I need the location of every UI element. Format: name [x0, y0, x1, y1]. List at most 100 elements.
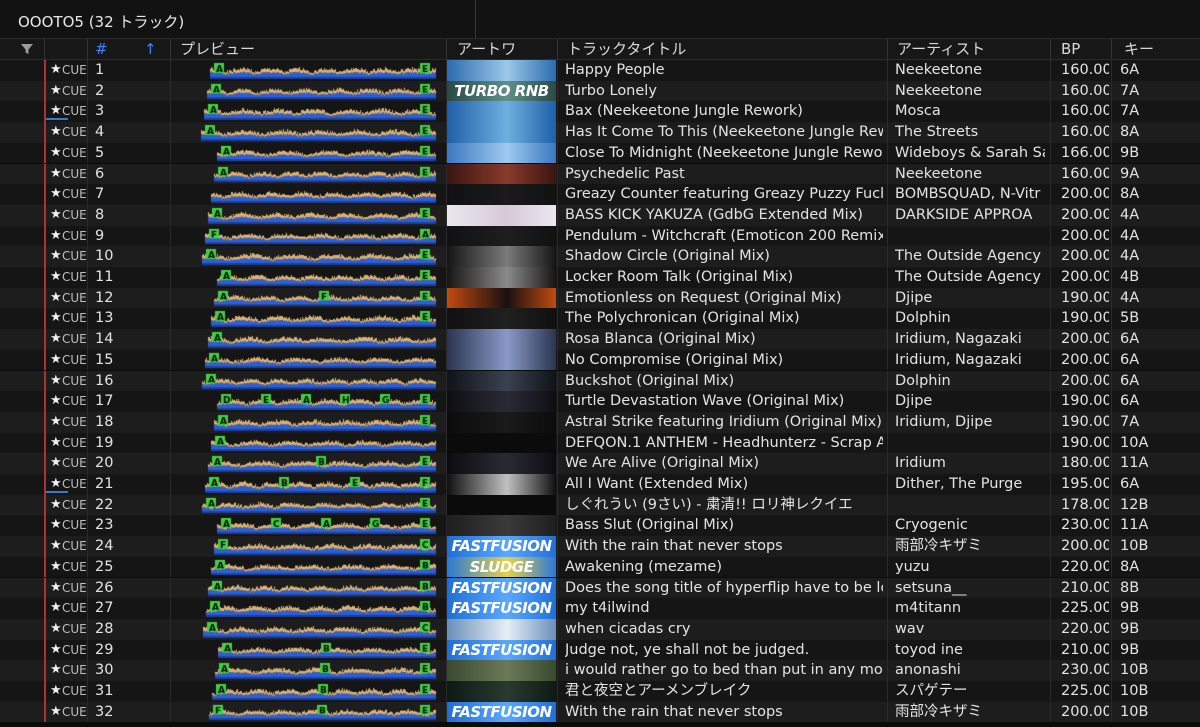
column-header-artist[interactable]: アーティスト — [897, 39, 985, 59]
track-row[interactable]: ★ CUE 25 SLUDGE Awakening (mezame) yuzu 220.00… — [0, 556, 1200, 578]
rating-star-icon[interactable]: ★ — [50, 205, 62, 226]
waveform-preview[interactable] — [171, 287, 445, 309]
rating-star-icon[interactable]: ★ — [50, 350, 62, 371]
waveform-preview[interactable] — [171, 204, 445, 226]
waveform-preview[interactable] — [171, 474, 445, 495]
track-row[interactable]: ★ CUE 1 Happy People Neekeetone 160.00 6A — [0, 60, 1200, 81]
track-row[interactable]: ★ CUE 11 Locker Room Talk (Original Mix) The… — [0, 267, 1200, 288]
track-row[interactable]: ★ CUE 2 TURBO RNB Turbo Lonely Neekeetone 160.… — [0, 80, 1200, 102]
track-row[interactable]: ★ CUE 10 Shadow Circle (Original Mix) The Ou… — [0, 246, 1200, 267]
track-row[interactable]: ★ CUE 18 Astral Strike featuring Iridium (O… — [0, 411, 1200, 433]
track-row[interactable]: ★ CUE 19 DEFQON.1 ANTHEM - Headhunterz - Sc… — [0, 432, 1200, 454]
rating-star-icon[interactable]: ★ — [50, 557, 62, 578]
rating-star-icon[interactable]: ★ — [50, 702, 62, 723]
column-header-track-title[interactable]: トラックタイトル — [567, 39, 686, 59]
track-row[interactable]: ★ CUE 12 Emotionless on Request (Original M… — [0, 287, 1200, 309]
waveform-preview[interactable] — [171, 370, 445, 392]
waveform-preview[interactable] — [171, 411, 445, 433]
waveform-preview[interactable] — [171, 618, 445, 640]
waveform-preview[interactable] — [171, 142, 445, 164]
rating-star-icon[interactable]: ★ — [50, 412, 62, 433]
track-row[interactable]: ★ CUE 24 FASTFUSION With the rain that never… — [0, 536, 1200, 557]
track-row[interactable]: ★ CUE 20 We Are Alive (Original Mix) Iridium… — [0, 453, 1200, 474]
track-row[interactable]: ★ CUE 7 Greazy Counter featuring Greazy Puz… — [0, 184, 1200, 205]
rating-star-icon[interactable]: ★ — [50, 619, 62, 640]
sort-ascending-icon[interactable]: ↑ — [144, 39, 157, 59]
column-header-preview[interactable]: プレビュー — [180, 39, 255, 59]
track-row[interactable]: ★ CUE 3 Bax (Neekeetone Jungle Rework) Mosca… — [0, 101, 1200, 123]
rating-star-icon[interactable]: ★ — [50, 329, 62, 350]
track-row[interactable]: ★ CUE 31 君と夜空とアーメンブレイク スパゲテー 225.00 10B — [0, 681, 1200, 702]
track-row[interactable]: ★ CUE 15 No Compromise (Original Mix) Iridiu… — [0, 349, 1200, 371]
rating-star-icon[interactable]: ★ — [50, 267, 62, 288]
track-row[interactable]: ★ CUE 8 BASS KICK YAKUZA (GdbG Extended Mix… — [0, 204, 1200, 226]
track-row[interactable]: ★ CUE 28 when cicadas cry wav 220.00 9B — [0, 618, 1200, 640]
waveform-preview[interactable] — [171, 349, 445, 371]
waveform-preview[interactable] — [171, 536, 445, 557]
rating-star-icon[interactable]: ★ — [50, 184, 62, 205]
rating-star-icon[interactable]: ★ — [50, 660, 62, 681]
column-header-key[interactable]: キー — [1124, 39, 1154, 59]
track-row[interactable]: ★ CUE 23 Bass Slut (Original Mix) Cryogenic 2… — [0, 515, 1200, 537]
rating-star-icon[interactable]: ★ — [50, 453, 62, 474]
track-row[interactable]: ★ CUE 4 Has It Come To This (Neekeetone Jun… — [0, 122, 1200, 143]
track-row[interactable]: ★ CUE 9 Pendulum - Witchcraft (Emoticon 200… — [0, 225, 1200, 247]
waveform-preview[interactable] — [171, 184, 445, 205]
waveform-preview[interactable] — [171, 598, 445, 619]
waveform-preview[interactable] — [171, 308, 445, 330]
rating-star-icon[interactable]: ★ — [50, 391, 62, 412]
waveform-preview[interactable] — [171, 701, 445, 723]
rating-star-icon[interactable]: ★ — [50, 288, 62, 309]
waveform-preview[interactable] — [171, 639, 445, 661]
track-row[interactable]: ★ CUE 30 i would rather go to bed than put … — [0, 660, 1200, 681]
waveform-preview[interactable] — [171, 556, 445, 578]
waveform-preview[interactable] — [171, 494, 445, 516]
filter-icon[interactable] — [20, 42, 34, 56]
waveform-preview[interactable] — [171, 391, 445, 412]
waveform-preview[interactable] — [171, 432, 445, 454]
rating-star-icon[interactable]: ★ — [50, 536, 62, 557]
track-row[interactable]: ★ CUE 17 Turtle Devastation Wave (Original … — [0, 391, 1200, 412]
waveform-preview[interactable] — [171, 660, 445, 681]
rating-star-icon[interactable]: ★ — [50, 164, 62, 185]
rating-star-icon[interactable]: ★ — [50, 515, 62, 536]
waveform-preview[interactable] — [171, 246, 445, 267]
waveform-preview[interactable] — [171, 163, 445, 185]
waveform-preview[interactable] — [171, 225, 445, 247]
rating-star-icon[interactable]: ★ — [50, 681, 62, 702]
rating-star-icon[interactable]: ★ — [50, 60, 62, 81]
track-row[interactable]: ★ CUE 5 Close To Midnight (Neekeetone Jungl… — [0, 142, 1200, 164]
track-row[interactable]: ★ CUE 26 FASTFUSION Does the song title of h… — [0, 577, 1200, 599]
rating-star-icon[interactable]: ★ — [50, 433, 62, 454]
rating-star-icon[interactable]: ★ — [50, 122, 62, 143]
track-row[interactable]: ★ CUE 29 FASTFUSION Judge not, ye shall not … — [0, 639, 1200, 661]
rating-star-icon[interactable]: ★ — [50, 226, 62, 247]
waveform-preview[interactable] — [171, 60, 445, 81]
track-row[interactable]: ★ CUE 22 しぐれうい (9さい) - 粛清!! ロリ神レクイエ 178.00 12… — [0, 494, 1200, 516]
waveform-preview[interactable] — [171, 329, 445, 350]
rating-star-icon[interactable]: ★ — [50, 143, 62, 164]
track-row[interactable]: ★ CUE 16 Buckshot (Original Mix) Dolphin 200.… — [0, 370, 1200, 392]
waveform-preview[interactable] — [171, 453, 445, 474]
waveform-preview[interactable] — [171, 515, 445, 537]
waveform-preview[interactable] — [171, 267, 445, 288]
track-row[interactable]: ★ CUE 6 Psychedelic Past Neekeetone 160.00 9A — [0, 163, 1200, 185]
column-header-artwork[interactable]: アートワ — [457, 39, 553, 59]
rating-star-icon[interactable]: ★ — [50, 81, 62, 102]
rating-star-icon[interactable]: ★ — [50, 495, 62, 516]
rating-star-icon[interactable]: ★ — [50, 308, 62, 329]
track-row[interactable]: ★ CUE 32 FASTFUSION With the rain that never… — [0, 701, 1200, 723]
waveform-preview[interactable] — [171, 577, 445, 599]
waveform-preview[interactable] — [171, 681, 445, 702]
rating-star-icon[interactable]: ★ — [50, 246, 62, 267]
waveform-preview[interactable] — [171, 122, 445, 143]
rating-star-icon[interactable]: ★ — [50, 578, 62, 599]
rating-star-icon[interactable]: ★ — [50, 598, 62, 619]
waveform-preview[interactable] — [171, 80, 445, 102]
column-header-bpm[interactable]: BP — [1061, 39, 1106, 59]
rating-star-icon[interactable]: ★ — [50, 371, 62, 392]
track-row[interactable]: ★ CUE 27 FASTFUSION my t4ilwind m4titann 225.0… — [0, 598, 1200, 619]
rating-star-icon[interactable]: ★ — [50, 640, 62, 661]
waveform-preview[interactable] — [171, 101, 445, 123]
track-row[interactable]: ★ CUE 13 The Polychronican (Original Mix) Do… — [0, 308, 1200, 330]
